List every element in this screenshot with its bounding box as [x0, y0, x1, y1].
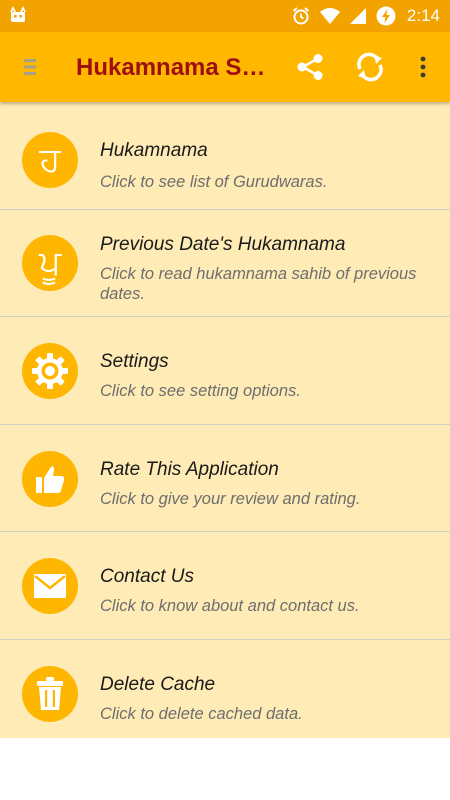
list-item-title: Rate This Application [100, 458, 279, 480]
app-bar: Hukamnama Sahib [0, 32, 450, 102]
gear-icon [22, 343, 78, 399]
list-item-subtitle: Click to know about and contact us. [100, 597, 360, 615]
list-item-rate-app[interactable]: Rate This Application Click to give your… [0, 425, 450, 532]
list-item-title: Delete Cache [100, 673, 216, 695]
thumbs-up-icon [22, 450, 78, 507]
share-button[interactable] [292, 49, 328, 85]
drawer-menu-icon[interactable] [22, 57, 38, 77]
list-item-previous-date[interactable]: ਪੂ Previous Date's Hukamnama Click to re… [0, 210, 450, 317]
gurmukhi-pu-icon: ਪੂ [22, 234, 78, 291]
more-vert-icon [420, 56, 426, 78]
android-notification-icon [8, 6, 28, 26]
status-time: 2:14 [406, 6, 440, 25]
envelope-icon [22, 558, 78, 614]
list-item-subtitle: Click to see list of Gurudwaras. [100, 173, 328, 191]
list-item-hukamnama[interactable]: ਹ Hukamnama Click to see list of Gurudwa… [0, 102, 450, 210]
blank-area [0, 738, 450, 800]
gurmukhi-ha-icon: ਹ [22, 132, 78, 188]
overflow-menu-button[interactable] [405, 49, 441, 85]
trash-icon [22, 665, 78, 722]
list-item-subtitle: Click to give your review and rating. [100, 489, 361, 508]
signal-icon [349, 7, 367, 25]
list-item-subtitle: Click to read hukamnama sahib of previou… [100, 264, 417, 303]
share-icon [297, 54, 323, 80]
list-item-subtitle: Click to see setting options. [100, 382, 301, 400]
list-item-title: Settings [100, 351, 169, 372]
list-item-contact-us[interactable]: Contact Us Click to know about and conta… [0, 532, 450, 640]
list-item-title: Contact Us [100, 566, 194, 587]
list-item-subtitle: Click to delete cached data. [100, 704, 303, 723]
list-item-title: Previous Date's Hukamnama [100, 233, 346, 255]
alarm-icon [291, 6, 311, 26]
list-item-delete-cache[interactable]: Delete Cache Click to delete cached data… [0, 640, 450, 739]
refresh-button[interactable] [352, 49, 388, 85]
menu-list: ਹ Hukamnama Click to see list of Gurudwa… [0, 102, 450, 738]
battery-charging-icon [375, 5, 397, 27]
status-bar: 2:14 [0, 0, 450, 32]
refresh-icon [357, 52, 383, 82]
list-item-title: Hukamnama [100, 140, 208, 161]
wifi-icon [319, 7, 341, 25]
list-item-settings[interactable]: Settings Click to see setting options. [0, 317, 450, 425]
app-title: Hukamnama Sahib [76, 54, 272, 81]
